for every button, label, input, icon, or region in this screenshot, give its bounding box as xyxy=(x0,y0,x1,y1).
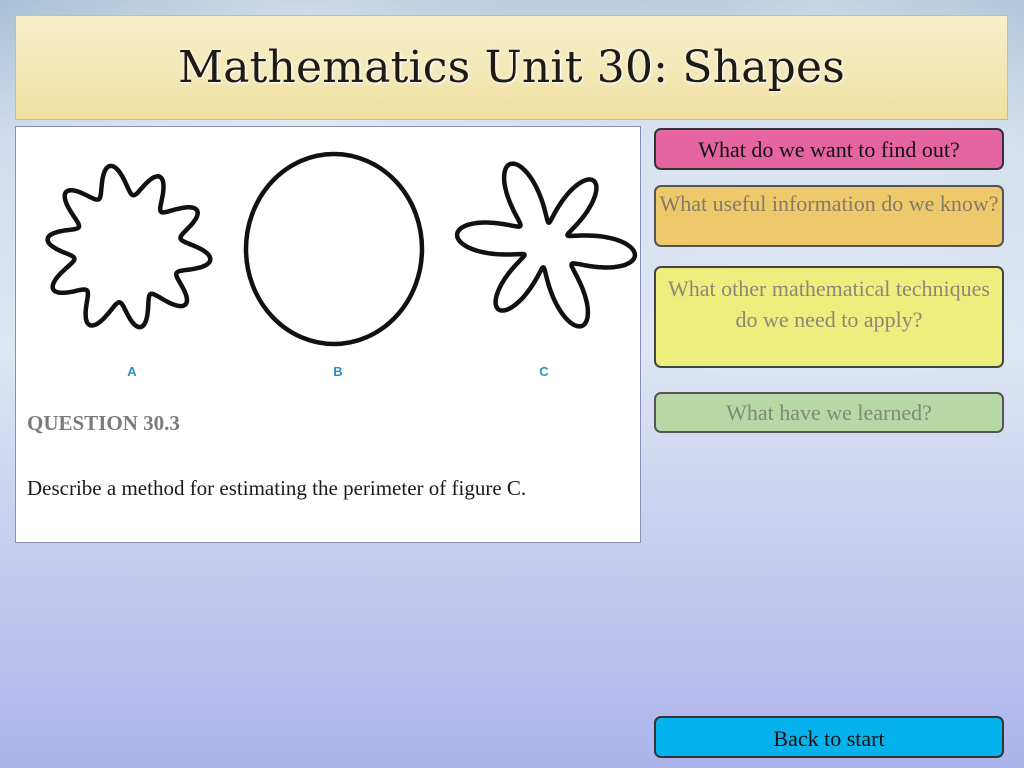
learned-button[interactable]: What have we learned? xyxy=(654,392,1004,433)
figure-label-c: C xyxy=(539,364,549,379)
figure-c-shape xyxy=(454,161,638,329)
page-title: Mathematics Unit 30: Shapes xyxy=(177,42,846,93)
useful-info-button[interactable]: What useful information do we know? xyxy=(654,185,1004,247)
figure-label-b: B xyxy=(333,364,342,379)
techniques-button[interactable]: What other mathematical techniques do we… xyxy=(654,266,1004,368)
title-banner: Mathematics Unit 30: Shapes xyxy=(15,15,1008,120)
back-to-start-button[interactable]: Back to start xyxy=(654,716,1004,758)
figures-image: A B C xyxy=(45,151,638,379)
question-panel: A B C QUESTION 30.3 Describe a method fo… xyxy=(15,126,641,543)
question-text: Describe a method for estimating the per… xyxy=(27,476,527,500)
find-out-button[interactable]: What do we want to find out? xyxy=(654,128,1004,170)
question-heading: QUESTION 30.3 xyxy=(27,411,180,435)
figure-b-shape xyxy=(243,151,425,347)
figure-a-shape xyxy=(45,163,213,330)
figure-label-a: A xyxy=(127,364,137,379)
